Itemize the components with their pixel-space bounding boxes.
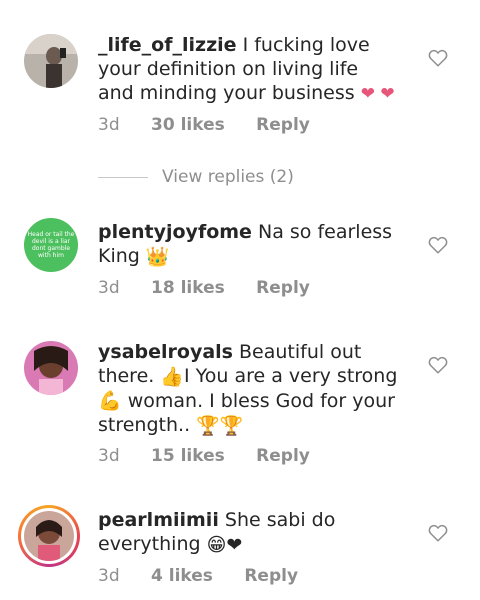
- comment-text: pearlmiimii She sabi do everything 😁❤: [98, 508, 398, 557]
- comment-likes[interactable]: 4 likes: [151, 566, 213, 586]
- comment-username[interactable]: pearlmiimii: [98, 509, 219, 531]
- reply-button[interactable]: Reply: [256, 278, 310, 298]
- comment-text: ysabelroyals Beautiful out there. 👍I You…: [98, 340, 398, 438]
- comment-time: 3d: [98, 115, 120, 135]
- comment-time: 3d: [98, 446, 120, 466]
- comment-username[interactable]: ysabelroyals: [98, 341, 233, 363]
- comment-meta: 3d 15 likes Reply: [98, 446, 336, 466]
- thumbs-up-emoji: 👍: [160, 365, 185, 388]
- heart-icon[interactable]: [428, 524, 448, 542]
- avatar: [21, 508, 77, 564]
- divider: [98, 176, 148, 178]
- comment-meta: 3d 30 likes Reply: [98, 115, 336, 135]
- view-replies-label: View replies (2): [162, 167, 294, 187]
- view-replies-link[interactable]: View replies (2): [98, 166, 294, 188]
- reply-button[interactable]: Reply: [244, 566, 298, 586]
- avatar[interactable]: [24, 341, 78, 395]
- avatar-text: Head or tail the devil is a liar dont ga…: [27, 231, 75, 259]
- reply-button[interactable]: Reply: [256, 115, 310, 135]
- comment-text: _life_of_lizzie I fucking love your defi…: [98, 33, 398, 106]
- comment-time: 3d: [98, 566, 120, 586]
- crown-emoji: 👑: [145, 245, 170, 268]
- comment-body-2: I You are a very strong: [184, 365, 398, 387]
- comment-likes[interactable]: 18 likes: [151, 278, 225, 298]
- profile-photo: [24, 511, 74, 561]
- heart-icon[interactable]: [428, 49, 448, 67]
- flexed-biceps-emoji: 💪: [98, 390, 122, 412]
- comment-time: 3d: [98, 278, 120, 298]
- heart-icon[interactable]: [428, 236, 448, 254]
- comment-username[interactable]: _life_of_lizzie: [98, 34, 237, 56]
- comment-username[interactable]: plentyjoyfome: [98, 221, 252, 243]
- comment-body-3: woman. I bless God for your strength..: [98, 389, 395, 437]
- avatar[interactable]: [24, 34, 78, 88]
- comment-likes[interactable]: 30 likes: [151, 115, 225, 135]
- avatar[interactable]: Head or tail the devil is a liar dont ga…: [24, 218, 78, 272]
- grin-heart-emoji: 😁❤: [206, 533, 243, 556]
- trophy-emoji: 🏆🏆: [196, 414, 244, 437]
- comment-text: plentyjoyfome Na so fearless King 👑: [98, 220, 398, 269]
- comment-meta: 3d 4 likes Reply: [98, 566, 324, 586]
- comment-likes[interactable]: 15 likes: [151, 446, 225, 466]
- comment-meta: 3d 18 likes Reply: [98, 278, 336, 298]
- heart-emoji: ❤ ❤: [360, 84, 395, 104]
- story-ring[interactable]: [18, 505, 80, 567]
- reply-button[interactable]: Reply: [256, 446, 310, 466]
- heart-icon[interactable]: [428, 356, 448, 374]
